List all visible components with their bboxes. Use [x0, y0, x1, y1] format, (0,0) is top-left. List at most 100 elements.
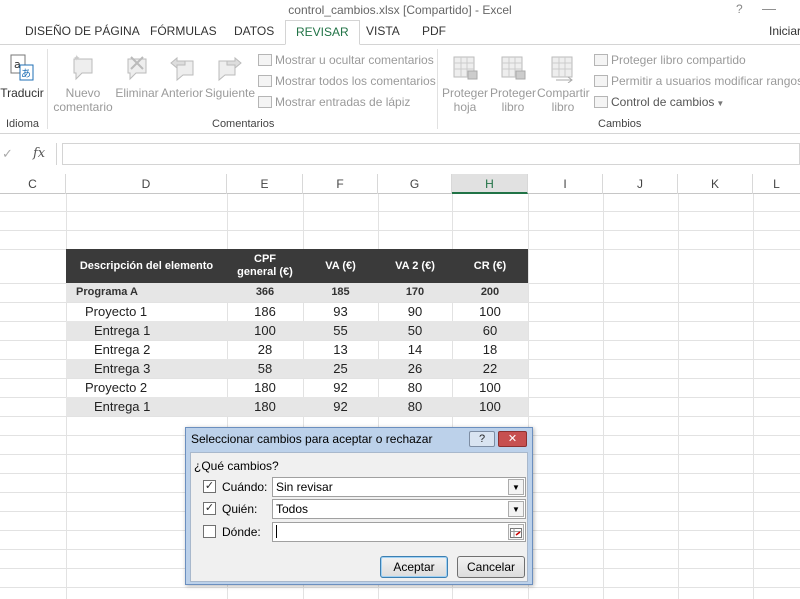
when-checkbox[interactable]: ✓ — [203, 480, 216, 493]
table-cell[interactable]: 100 — [452, 378, 528, 397]
show-hide-comment-button[interactable]: Mostrar u ocultar comentarios — [258, 53, 434, 67]
show-ink-label: Mostrar entradas de lápiz — [275, 95, 411, 109]
table-cell[interactable]: Proyecto 2 — [85, 378, 227, 397]
table-cell[interactable]: 185 — [303, 283, 378, 302]
tab-formulas[interactable]: FÓRMULAS — [150, 24, 217, 38]
track-changes-button[interactable]: Control de cambios ▼ — [594, 95, 724, 109]
delete-comment-button[interactable]: Eliminar — [114, 53, 160, 100]
column-header-k[interactable]: K — [678, 174, 753, 194]
table-cell[interactable]: 18 — [452, 340, 528, 359]
svg-text:あ: あ — [21, 68, 31, 80]
chevron-down-icon[interactable]: ▼ — [508, 501, 524, 517]
table-cell[interactable]: Programa A — [76, 283, 227, 302]
allow-users-button[interactable]: Permitir a usuarios modificar rangos — [594, 74, 800, 88]
table-header[interactable]: CPF general (€) — [227, 249, 303, 283]
table-cell[interactable]: 93 — [303, 302, 378, 321]
range-select-icon[interactable] — [508, 524, 524, 540]
translate-button[interactable]: a あ Traducir — [0, 53, 44, 100]
accept-button[interactable]: Aceptar — [380, 556, 448, 578]
table-cell[interactable]: 28 — [227, 340, 303, 359]
table-cell[interactable]: 92 — [303, 378, 378, 397]
table-cell[interactable]: Entrega 1 — [94, 321, 227, 340]
table-cell[interactable]: 80 — [378, 378, 452, 397]
table-cell[interactable]: 100 — [227, 321, 303, 340]
table-cell[interactable]: Entrega 2 — [94, 340, 227, 359]
grid-line — [0, 230, 800, 231]
table-cell[interactable]: Entrega 3 — [94, 359, 227, 378]
window-title: control_cambios.xlsx [Compartido] - Exce… — [288, 3, 512, 17]
formula-input[interactable] — [62, 143, 800, 165]
table-cell[interactable]: 170 — [378, 283, 452, 302]
table-cell[interactable]: 50 — [378, 321, 452, 340]
track-changes-label: Control de cambios — [611, 95, 715, 109]
when-value: Sin revisar — [276, 480, 333, 494]
table-cell[interactable]: 200 — [452, 283, 528, 302]
when-select[interactable]: Sin revisar ▼ — [272, 477, 526, 497]
table-cell[interactable]: 92 — [303, 397, 378, 416]
table-header[interactable]: VA (€) — [303, 249, 378, 283]
table-cell[interactable]: 100 — [452, 397, 528, 416]
new-comment-button[interactable]: ✦ Nuevo comentario — [52, 53, 114, 114]
tab-data[interactable]: DATOS — [234, 24, 274, 38]
dialog-title-bar[interactable]: Seleccionar cambios para aceptar o recha… — [186, 428, 532, 450]
dialog-help-button[interactable]: ? — [469, 431, 495, 447]
column-header-j[interactable]: J — [603, 174, 678, 194]
share-book-button[interactable]: Compartir libro — [537, 53, 590, 114]
table-cell[interactable]: 60 — [452, 321, 528, 340]
column-header-h[interactable]: H — [452, 174, 528, 194]
show-ink-button[interactable]: Mostrar entradas de lápiz — [258, 95, 410, 109]
previous-comment-button[interactable]: Anterior — [160, 53, 204, 100]
table-cell[interactable]: 80 — [378, 397, 452, 416]
chevron-down-icon[interactable]: ▼ — [508, 479, 524, 495]
tab-page-layout[interactable]: DISEÑO DE PÁGINA — [25, 24, 140, 38]
table-cell[interactable]: Entrega 1 — [94, 397, 227, 416]
table-cell[interactable]: 55 — [303, 321, 378, 340]
table-header[interactable]: VA 2 (€) — [378, 249, 452, 283]
table-cell[interactable]: 186 — [227, 302, 303, 321]
table-cell[interactable]: 366 — [227, 283, 303, 302]
protect-sheet-button[interactable]: Proteger hoja — [441, 53, 489, 114]
pen-icon — [258, 96, 272, 108]
who-checkbox[interactable]: ✓ — [203, 502, 216, 515]
table-cell[interactable]: 58 — [227, 359, 303, 378]
signin-link[interactable]: Iniciar — [769, 24, 800, 38]
grid-line — [0, 587, 800, 588]
where-input[interactable] — [272, 522, 526, 542]
column-header-i[interactable]: I — [528, 174, 603, 194]
column-header-g[interactable]: G — [378, 174, 452, 194]
table-cell[interactable]: Proyecto 1 — [85, 302, 227, 321]
help-icon[interactable]: ? — [736, 2, 743, 16]
who-select[interactable]: Todos ▼ — [272, 499, 526, 519]
table-cell[interactable]: 25 — [303, 359, 378, 378]
table-cell[interactable]: 180 — [227, 397, 303, 416]
insert-function-icon[interactable]: fx — [33, 146, 45, 161]
protect-shared-button[interactable]: Proteger libro compartido — [594, 53, 746, 67]
column-header-l[interactable]: L — [753, 174, 800, 194]
table-cell[interactable]: 100 — [452, 302, 528, 321]
table-cell[interactable]: 26 — [378, 359, 452, 378]
delete-comment-icon — [127, 56, 147, 81]
where-checkbox[interactable] — [203, 525, 216, 538]
table-cell[interactable]: 90 — [378, 302, 452, 321]
table-cell[interactable]: 14 — [378, 340, 452, 359]
tab-view[interactable]: VISTA — [366, 24, 400, 38]
table-cell[interactable]: 13 — [303, 340, 378, 359]
tab-review[interactable]: REVISAR — [285, 20, 360, 45]
cancel-button[interactable]: Cancelar — [457, 556, 525, 578]
protect-book-button[interactable]: Proteger libro — [489, 53, 537, 114]
column-header-f[interactable]: F — [303, 174, 378, 194]
table-header[interactable]: Descripción del elemento — [66, 249, 227, 283]
enter-icon[interactable]: ✓ — [2, 146, 13, 162]
column-header-e[interactable]: E — [227, 174, 303, 194]
who-label: Quién: — [222, 502, 258, 516]
column-header-d[interactable]: D — [66, 174, 227, 194]
table-cell[interactable]: 180 — [227, 378, 303, 397]
minimize-button[interactable]: — — [762, 0, 776, 16]
table-header[interactable]: CR (€) — [452, 249, 528, 283]
dialog-close-button[interactable]: ✕ — [498, 431, 527, 447]
table-cell[interactable]: 22 — [452, 359, 528, 378]
next-comment-button[interactable]: Siguiente — [204, 53, 256, 100]
tab-pdf[interactable]: PDF — [422, 24, 446, 38]
column-header-c[interactable]: C — [0, 174, 66, 194]
show-all-comments-button[interactable]: Mostrar todos los comentarios — [258, 74, 436, 88]
